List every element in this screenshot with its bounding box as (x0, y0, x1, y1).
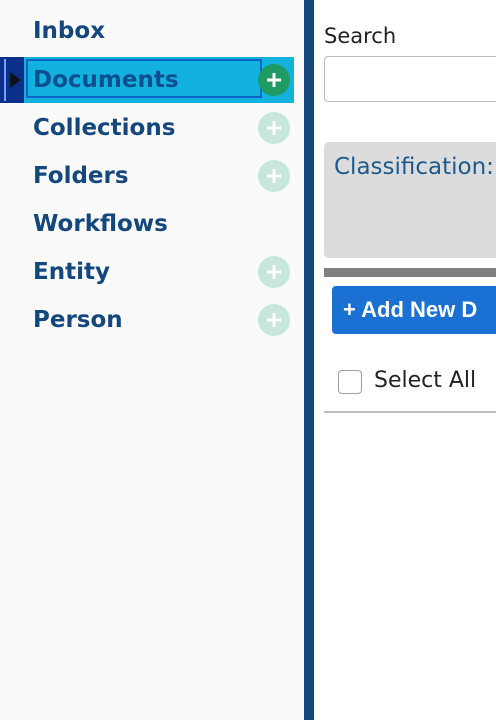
sidebar-item-documents[interactable]: Documents (0, 57, 294, 103)
selection-indicator (0, 57, 24, 103)
sidebar-item-collections[interactable]: Collections (0, 105, 294, 151)
sidebar-item-label: Inbox (33, 18, 106, 44)
list-divider (324, 411, 496, 413)
select-all-checkbox[interactable] (338, 370, 362, 394)
add-new-label: + Add New D (343, 297, 478, 322)
caret-right-icon (10, 72, 21, 88)
app: Inbox Documents Collections Folders Work… (0, 0, 496, 720)
sidebar-item-label: Folders (33, 163, 129, 189)
indicator-edge (4, 59, 6, 101)
sidebar-item-folders[interactable]: Folders (0, 153, 294, 199)
add-document-icon[interactable] (258, 64, 290, 96)
sidebar-item-entity[interactable]: Entity (0, 249, 294, 295)
sidebar-nav: Inbox Documents Collections Folders Work… (0, 0, 304, 720)
sidebar-item-label: Collections (33, 115, 176, 141)
add-person-icon[interactable] (258, 304, 290, 336)
add-collection-icon[interactable] (258, 112, 290, 144)
add-folder-icon[interactable] (258, 160, 290, 192)
sidebar-item-person[interactable]: Person (0, 297, 294, 343)
sidebar-item-label: Workflows (33, 211, 168, 237)
add-entity-icon[interactable] (258, 256, 290, 288)
classification-panel: Classification: (324, 142, 496, 258)
search-input[interactable] (324, 56, 496, 102)
sidebar-item-label: Documents (33, 67, 179, 93)
sidebar-item-inbox[interactable]: Inbox (0, 8, 294, 54)
panel-divider[interactable] (304, 0, 314, 720)
select-all-label: Select All (374, 368, 477, 393)
classification-label: Classification: (334, 154, 494, 180)
sidebar-item-label: Person (33, 307, 123, 333)
sidebar-item-workflows[interactable]: Workflows (0, 201, 294, 247)
sidebar-item-label: Entity (33, 259, 110, 285)
add-new-document-button[interactable]: + Add New D (332, 286, 496, 334)
section-divider (324, 268, 496, 277)
search-label: Search (324, 24, 397, 48)
main-panel: Search Classification: + Add New D Selec… (314, 0, 496, 720)
